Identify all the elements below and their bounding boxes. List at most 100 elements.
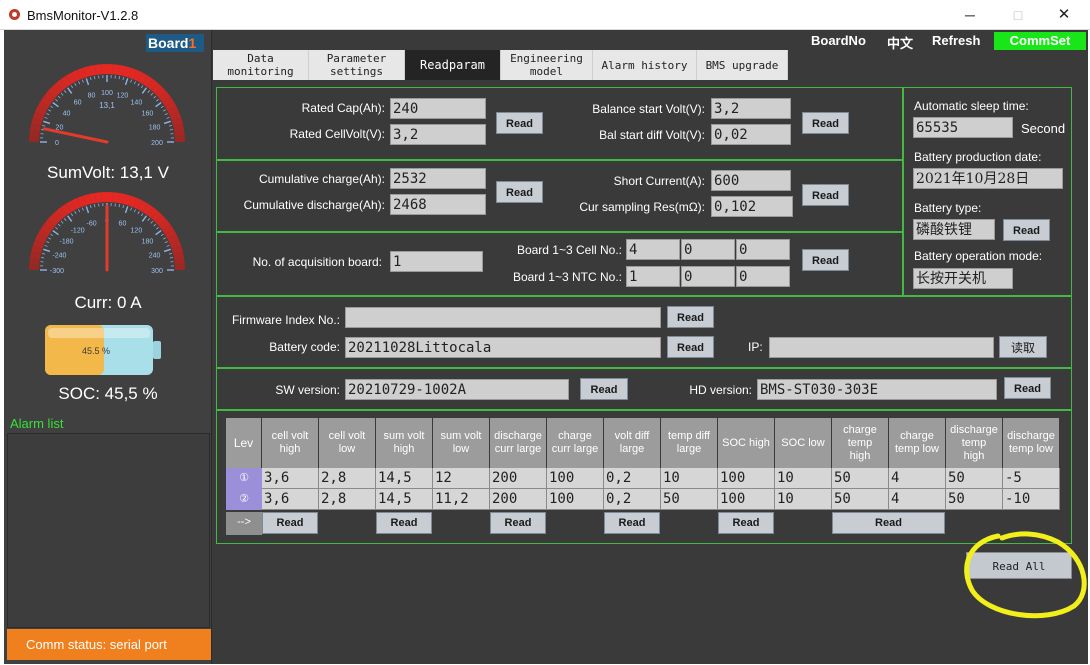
- bal-diff-field[interactable]: 0,02: [711, 124, 791, 145]
- gauge-center-value: 13,1: [99, 101, 115, 110]
- balance-start-field[interactable]: 3,2: [711, 98, 791, 119]
- read-button[interactable]: Read: [262, 512, 318, 534]
- gauge-tick: [150, 92, 154, 96]
- maximize-button[interactable]: □: [998, 4, 1038, 26]
- table-cell[interactable]: 100: [718, 489, 775, 510]
- rated-cellvolt-field[interactable]: 3,2: [390, 124, 486, 145]
- table-header: temp diff large: [661, 418, 718, 468]
- table-cell[interactable]: 200: [490, 468, 547, 489]
- table-cell[interactable]: 10: [775, 489, 832, 510]
- gauge-arc-segment: [100, 64, 107, 75]
- ntc-no-field-1[interactable]: 1: [626, 266, 680, 287]
- gauge-tick: [168, 124, 172, 127]
- cell-no-field-3[interactable]: 0: [736, 239, 790, 260]
- read-button[interactable]: Read: [667, 336, 714, 358]
- read-button[interactable]: Read: [832, 512, 945, 534]
- boardno-button[interactable]: BoardNo: [811, 33, 866, 48]
- tab-bms-upgrade[interactable]: BMS upgrade: [697, 50, 788, 80]
- read-button[interactable]: Read: [580, 378, 628, 400]
- tab-data-monitoring[interactable]: Data monitoring: [213, 50, 309, 80]
- cum-discharge-field[interactable]: 2468: [390, 194, 486, 215]
- op-mode-field[interactable]: 长按开关机: [913, 268, 1013, 289]
- minimize-button[interactable]: ─: [950, 4, 990, 26]
- table-cell[interactable]: 50: [832, 489, 889, 510]
- gauge-tick: [74, 83, 77, 87]
- tab-alarm-history[interactable]: Alarm history: [593, 50, 697, 80]
- table-cell[interactable]: 10: [661, 468, 718, 489]
- bat-type-field[interactable]: 磷酸铁锂: [913, 219, 995, 240]
- table-cell[interactable]: 2,8: [319, 489, 376, 510]
- cum-charge-field[interactable]: 2532: [390, 168, 486, 189]
- read-button[interactable]: Read: [802, 249, 849, 271]
- tab-engineering-model[interactable]: Engineering model: [501, 50, 593, 80]
- gauge-tick: [70, 213, 74, 217]
- read-button[interactable]: Read: [496, 181, 543, 203]
- bat-code-field[interactable]: 20211028Littocala: [345, 337, 661, 358]
- read-button[interactable]: Read: [802, 112, 849, 134]
- read-button[interactable]: Read: [490, 512, 546, 534]
- short-current-field[interactable]: 600: [711, 170, 791, 191]
- cur-sampling-field[interactable]: 0,102: [711, 196, 793, 217]
- table-cell[interactable]: 14,5: [376, 468, 433, 489]
- ntc-no-field-3[interactable]: 0: [736, 266, 790, 287]
- refresh-button[interactable]: Refresh: [932, 33, 980, 48]
- table-cell[interactable]: 0,2: [604, 489, 661, 510]
- ip-field[interactable]: [769, 337, 994, 358]
- gauge-tick: [169, 129, 173, 131]
- table-cell[interactable]: 4: [889, 468, 946, 489]
- table-cell[interactable]: 4: [889, 489, 946, 510]
- table-cell[interactable]: 100: [547, 468, 604, 489]
- table-cell[interactable]: -10: [1003, 489, 1060, 510]
- read-all-button[interactable]: Read All: [966, 552, 1072, 579]
- table-cell[interactable]: 0,2: [604, 468, 661, 489]
- rated-cap-field[interactable]: 240: [390, 98, 486, 119]
- table-cell[interactable]: 50: [661, 489, 718, 510]
- read-button[interactable]: Read: [718, 512, 774, 534]
- gauge-tick: [57, 223, 61, 227]
- read-button[interactable]: Read: [604, 512, 660, 534]
- table-cell[interactable]: 50: [946, 489, 1003, 510]
- table-cell[interactable]: 200: [490, 489, 547, 510]
- gauge-tick: [94, 204, 96, 208]
- read-button[interactable]: Read: [496, 112, 543, 134]
- table-cell[interactable]: 11,2: [433, 489, 490, 510]
- close-button[interactable]: ✕: [1044, 4, 1084, 26]
- hd-version-field[interactable]: BMS-ST030-303E: [757, 379, 997, 400]
- firmware-field[interactable]: [345, 307, 661, 328]
- read-button[interactable]: Read: [376, 512, 432, 534]
- table-cell[interactable]: 14,5: [376, 489, 433, 510]
- table-cell[interactable]: 100: [547, 489, 604, 510]
- table-cell[interactable]: 3,6: [262, 468, 319, 489]
- cell-no-field-1[interactable]: 4: [626, 239, 680, 260]
- tab-readparam[interactable]: Readparam: [405, 50, 501, 80]
- gauge-tick: [118, 204, 120, 208]
- read-button[interactable]: Read: [802, 184, 849, 206]
- table-cell[interactable]: -5: [1003, 468, 1060, 489]
- sw-version-field[interactable]: 20210729-1002A: [345, 379, 569, 400]
- table-cell[interactable]: 12: [433, 468, 490, 489]
- language-button[interactable]: 中文: [887, 33, 913, 52]
- table-cell[interactable]: 100: [718, 468, 775, 489]
- table-cell[interactable]: 50: [946, 468, 1003, 489]
- sleep-field[interactable]: 65535: [913, 117, 1013, 138]
- gauge-tick-label: -180: [60, 239, 74, 246]
- table-cell[interactable]: 3,6: [262, 489, 319, 510]
- read-button[interactable]: Read: [667, 306, 714, 328]
- read-button[interactable]: Read: [1004, 377, 1051, 399]
- table-cell[interactable]: 50: [832, 468, 889, 489]
- sw-version-label: SW version:: [275, 383, 340, 397]
- table-cell[interactable]: 10: [775, 468, 832, 489]
- ntc-no-field-2[interactable]: 0: [681, 266, 735, 287]
- gauge-tick: [42, 252, 46, 255]
- gauge-tick-label: 0: [55, 140, 59, 147]
- prod-date-field[interactable]: 2021年10月28日: [913, 168, 1063, 189]
- commset-button[interactable]: CommSet: [994, 32, 1086, 50]
- cell-no-field-2[interactable]: 0: [681, 239, 735, 260]
- read-button[interactable]: Read: [1003, 219, 1050, 241]
- alarm-list[interactable]: [7, 433, 210, 628]
- board-selector[interactable]: Board1: [146, 34, 204, 52]
- tab-parameter-settings[interactable]: Parameter settings: [309, 50, 405, 80]
- table-cell[interactable]: 2,8: [319, 468, 376, 489]
- ip-read-button[interactable]: 读取: [999, 336, 1047, 358]
- balance-start-label: Balance start Volt(V):: [592, 102, 705, 116]
